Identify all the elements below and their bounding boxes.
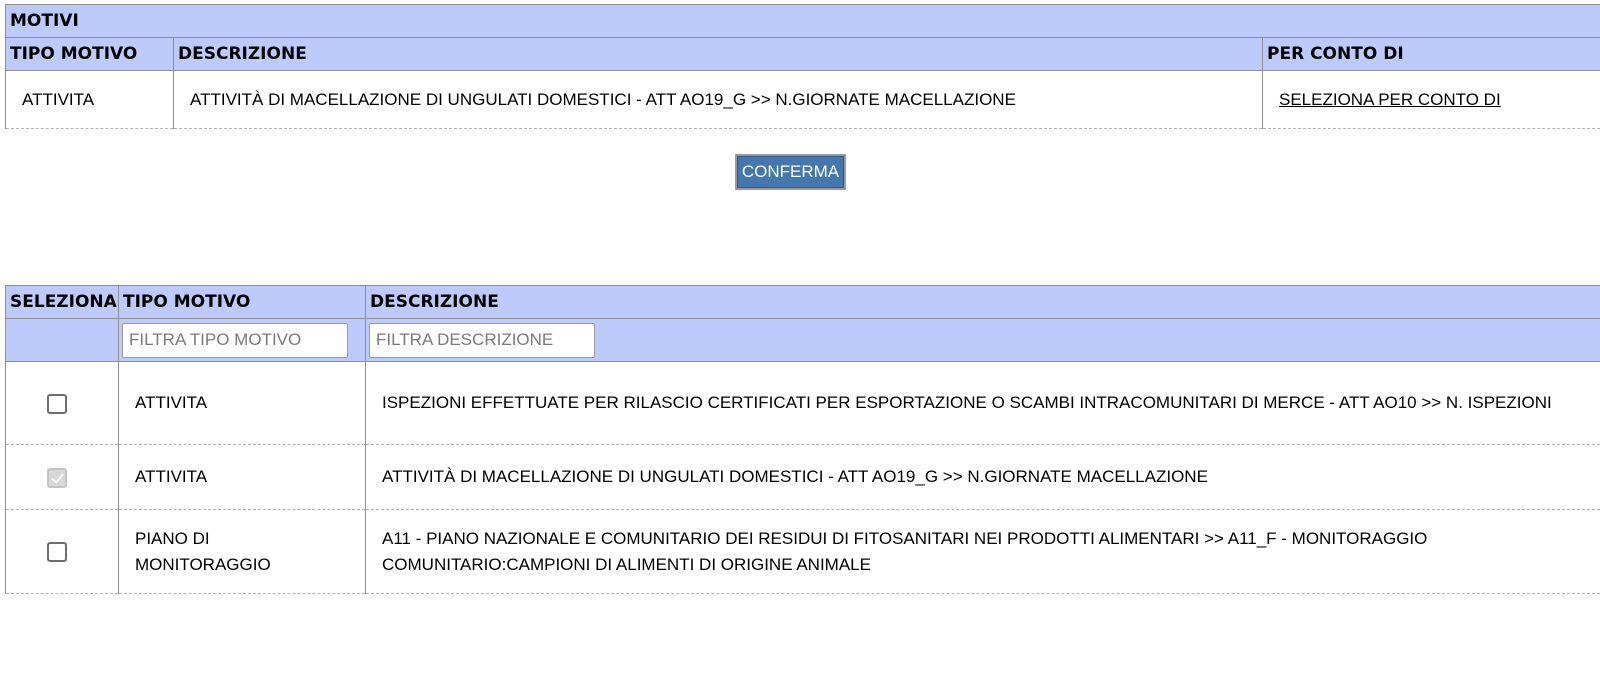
per-conto-di-cell: SELEZIONA PER CONTO DI [1262,70,1600,129]
select-checkbox[interactable] [47,467,67,488]
conferma-button[interactable]: CONFERMA [735,154,846,190]
tipo-motivo-cell: ATTIVITA [118,361,366,445]
filter-row [5,318,1600,362]
descrizione-cell: ATTIVITÀ DI MACELLAZIONE DI UNGULATI DOM… [365,444,1600,510]
table-row: ATTIVITA ATTIVITÀ DI MACELLAZIONE DI UNG… [5,444,1600,510]
page: MOTIVI TIPO MOTIVO DESCRIZIONE PER CONTO… [0,0,1600,678]
column-header-seleziona: SELEZIONA [5,285,119,319]
descrizione-cell: A11 - PIANO NAZIONALE E COMUNITARIO DEI … [365,509,1600,594]
column-header-descrizione: DESCRIZIONE [365,285,1600,319]
filter-descrizione-input[interactable] [369,322,595,358]
select-checkbox[interactable] [47,393,67,414]
column-header-per-conto-di: PER CONTO DI [1262,37,1600,71]
descrizione-cell: ISPEZIONI EFFETTUATE PER RILASCIO CERTIF… [365,361,1600,445]
checkbox-cell [5,361,119,445]
tipo-motivo-cell: ATTIVITA [118,444,366,510]
filter-tipo-cell [118,318,366,362]
tipo-motivo-cell: ATTIVITA [5,70,174,129]
seleziona-per-conto-di-link[interactable]: SELEZIONA PER CONTO DI [1279,90,1501,109]
column-header-tipo-motivo: TIPO MOTIVO [118,285,366,319]
filter-empty-cell [5,318,119,362]
descrizione-cell: ATTIVITÀ DI MACELLAZIONE DI UNGULATI DOM… [173,70,1263,129]
filter-descrizione-cell [365,318,1600,362]
table-row: PIANO DI MONITORAGGIO A11 - PIANO NAZION… [5,509,1600,594]
column-header-descrizione: DESCRIZIONE [173,37,1263,71]
select-checkbox[interactable] [47,542,67,563]
column-header-tipo-motivo: TIPO MOTIVO [5,37,174,71]
checkbox-cell [5,509,119,594]
selection-table: SELEZIONA TIPO MOTIVO DESCRIZIONE ATTIVI… [5,285,1600,594]
motivi-table: MOTIVI TIPO MOTIVO DESCRIZIONE PER CONTO… [5,4,1600,129]
motivi-title: MOTIVI [5,4,1600,38]
filter-tipo-motivo-input[interactable] [122,322,348,358]
tipo-motivo-cell: PIANO DI MONITORAGGIO [118,509,366,594]
table-row: ATTIVITA ISPEZIONI EFFETTUATE PER RILASC… [5,361,1600,445]
table-row: ATTIVITA ATTIVITÀ DI MACELLAZIONE DI UNG… [5,70,1600,129]
checkbox-cell [5,444,119,510]
